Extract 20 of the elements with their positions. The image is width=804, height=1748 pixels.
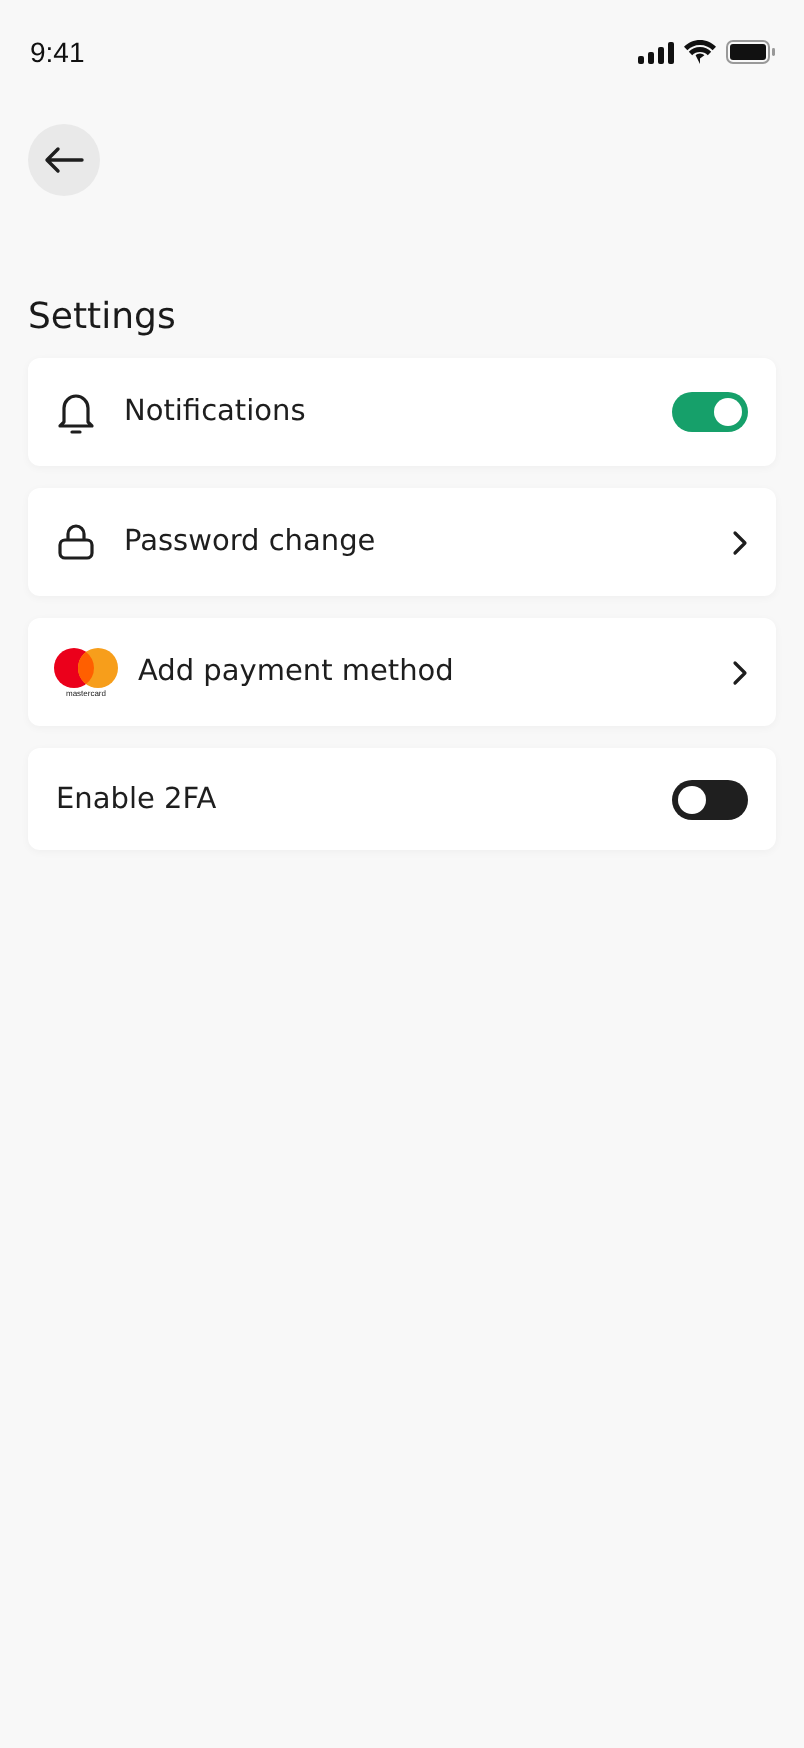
wifi-icon [684, 40, 716, 64]
row-label: Notifications [124, 396, 308, 428]
status-time: 9:41 [30, 36, 85, 68]
battery-icon [726, 40, 776, 64]
settings-row[interactable]: Enable 2FA [28, 748, 776, 850]
row-label: Add payment method [138, 656, 456, 688]
page-title: Settings [28, 296, 178, 338]
back-arrow-icon [44, 146, 84, 174]
chevron-icon[interactable] [732, 529, 748, 555]
toggle-switch[interactable] [672, 392, 748, 432]
chevron-icon[interactable] [732, 659, 748, 685]
toggle-switch[interactable] [672, 779, 748, 819]
settings-row[interactable]: Password change [28, 488, 776, 596]
settings-row[interactable]: Notifications [28, 358, 776, 466]
signal-icon [638, 41, 674, 63]
bell-icon [56, 388, 96, 436]
row-label: Enable 2FA [56, 783, 219, 815]
row-label: Password change [124, 526, 378, 558]
lock-icon [56, 524, 96, 560]
back-button[interactable] [28, 124, 100, 196]
